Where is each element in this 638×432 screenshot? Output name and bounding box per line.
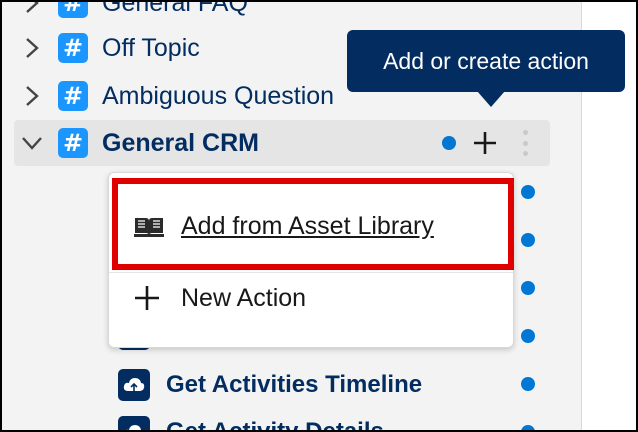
status-dot <box>521 377 535 391</box>
menu-item-label: Add from Asset Library <box>181 211 434 240</box>
cloud-icon <box>118 369 150 401</box>
topic-row-general-crm[interactable]: # General CRM <box>14 120 550 166</box>
topic-label: Ambiguous Question <box>102 81 335 110</box>
chevron-right-icon[interactable] <box>14 2 50 14</box>
chevron-right-icon[interactable] <box>14 85 50 107</box>
cloud-icon <box>118 416 150 430</box>
action-item-get-activity-details[interactable]: Get Activity Details <box>118 414 384 432</box>
status-dot <box>521 329 535 343</box>
action-label: Get Activity Details <box>166 418 384 432</box>
add-action-button[interactable] <box>470 128 500 158</box>
tooltip-text: Add or create action <box>383 47 589 74</box>
topic-hash-icon: # <box>58 33 88 63</box>
topic-label: Off Topic <box>102 33 200 62</box>
menu-item-new-action[interactable]: New Action <box>109 263 513 333</box>
tooltip-arrow <box>477 91 505 107</box>
menu-item-label: New Action <box>181 283 307 312</box>
plus-icon <box>474 132 496 154</box>
topic-hash-icon: # <box>58 128 88 158</box>
status-dot <box>521 233 535 247</box>
menu-item-add-from-asset-library[interactable]: Add from Asset Library <box>109 191 513 261</box>
chevron-down-icon[interactable] <box>14 136 50 150</box>
topic-hash-icon: # <box>58 81 88 111</box>
status-dot <box>442 136 456 150</box>
add-action-menu: Add from Asset Library New Action <box>108 172 514 348</box>
topic-hash-icon: # <box>58 2 88 18</box>
status-dot <box>521 425 535 430</box>
chevron-right-icon[interactable] <box>14 37 50 59</box>
status-dot <box>521 185 535 199</box>
topic-label: General CRM <box>102 128 259 157</box>
topic-row-general-faq[interactable]: # General FAQ <box>14 0 550 26</box>
status-dot <box>521 281 535 295</box>
action-item-get-activities-timeline[interactable]: Get Activities Timeline <box>118 367 422 403</box>
screenshot-frame: # General FAQ # Off Topic # Ambiguous Qu… <box>0 0 638 432</box>
more-options-icon[interactable] <box>518 130 532 156</box>
book-icon <box>133 214 169 238</box>
plus-icon <box>133 284 169 312</box>
action-label: Get Activities Timeline <box>166 371 423 398</box>
tooltip: Add or create action <box>347 30 625 92</box>
topic-label: General FAQ <box>102 0 248 17</box>
